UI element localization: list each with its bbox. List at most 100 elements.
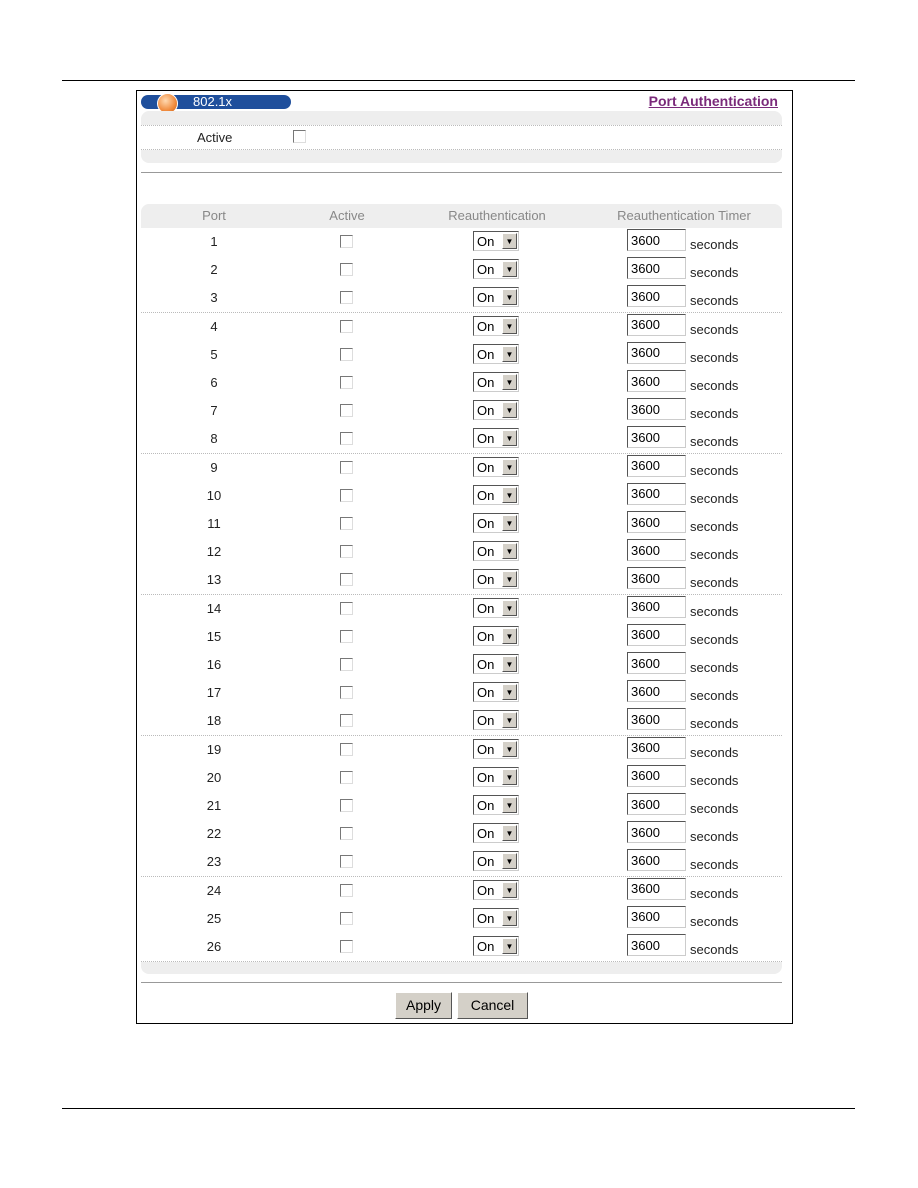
- reauth-timer-input[interactable]: [627, 454, 686, 477]
- port-active-checkbox[interactable]: [340, 347, 353, 361]
- reauthentication-select[interactable]: On ▼: [473, 456, 519, 477]
- chevron-down-icon[interactable]: ▼: [502, 458, 517, 475]
- reauth-timer-input[interactable]: [627, 567, 686, 590]
- reauthentication-select[interactable]: On ▼: [473, 541, 519, 562]
- reauth-timer-input[interactable]: [627, 708, 686, 731]
- reauthentication-select[interactable]: On ▼: [473, 766, 519, 787]
- port-active-checkbox[interactable]: [340, 263, 353, 277]
- port-active-checkbox[interactable]: [340, 742, 353, 756]
- chevron-down-icon[interactable]: ▼: [502, 656, 517, 672]
- port-active-checkbox[interactable]: [340, 545, 353, 559]
- reauth-timer-input[interactable]: [627, 793, 686, 815]
- port-active-checkbox[interactable]: [340, 488, 353, 502]
- reauth-timer-input[interactable]: [627, 764, 686, 787]
- port-active-checkbox[interactable]: [340, 432, 353, 446]
- global-active-checkbox[interactable]: [293, 130, 306, 143]
- port-active-checkbox[interactable]: [340, 855, 353, 869]
- reauth-timer-input[interactable]: [627, 257, 686, 280]
- reauthentication-select[interactable]: On ▼: [473, 879, 519, 900]
- port-active-checkbox[interactable]: [340, 235, 353, 248]
- port-active-checkbox[interactable]: [340, 770, 353, 784]
- chevron-down-icon[interactable]: ▼: [502, 515, 517, 531]
- reauthentication-select[interactable]: On ▼: [473, 343, 519, 364]
- port-active-checkbox[interactable]: [340, 376, 353, 389]
- reauthentication-select[interactable]: On ▼: [473, 795, 519, 815]
- chevron-down-icon[interactable]: ▼: [502, 938, 517, 954]
- port-active-checkbox[interactable]: [340, 601, 353, 615]
- reauth-timer-input[interactable]: [627, 398, 686, 421]
- chevron-down-icon[interactable]: ▼: [502, 430, 517, 447]
- reauth-timer-input[interactable]: [627, 285, 686, 308]
- reauth-timer-input[interactable]: [627, 736, 686, 759]
- reauthentication-select[interactable]: On ▼: [473, 738, 519, 759]
- reauthentication-select[interactable]: On ▼: [473, 936, 519, 956]
- port-active-checkbox[interactable]: [340, 799, 353, 812]
- reauthentication-select[interactable]: On ▼: [473, 654, 519, 674]
- chevron-down-icon[interactable]: ▼: [502, 825, 517, 842]
- reauthentication-select[interactable]: On ▼: [473, 907, 519, 928]
- port-active-checkbox[interactable]: [340, 911, 353, 925]
- reauthentication-select[interactable]: On ▼: [473, 400, 519, 421]
- reauthentication-select[interactable]: On ▼: [473, 597, 519, 618]
- reauth-timer-input[interactable]: [627, 539, 686, 562]
- reauth-timer-input[interactable]: [627, 623, 686, 646]
- chevron-down-icon[interactable]: ▼: [502, 402, 517, 419]
- reauth-timer-input[interactable]: [627, 511, 686, 533]
- reauth-timer-input[interactable]: [627, 877, 686, 900]
- chevron-down-icon[interactable]: ▼: [502, 627, 517, 644]
- chevron-down-icon[interactable]: ▼: [502, 599, 517, 616]
- reauth-timer-input[interactable]: [627, 370, 686, 392]
- chevron-down-icon[interactable]: ▼: [502, 374, 517, 390]
- port-active-checkbox[interactable]: [340, 460, 353, 474]
- chevron-down-icon[interactable]: ▼: [502, 740, 517, 757]
- reauth-timer-input[interactable]: [627, 482, 686, 505]
- reauth-timer-input[interactable]: [627, 821, 686, 844]
- chevron-down-icon[interactable]: ▼: [502, 543, 517, 560]
- reauth-timer-input[interactable]: [627, 905, 686, 928]
- port-active-checkbox[interactable]: [340, 629, 353, 643]
- reauthentication-select[interactable]: On ▼: [473, 851, 519, 872]
- reauth-timer-input[interactable]: [627, 341, 686, 364]
- reauthentication-select[interactable]: On ▼: [473, 428, 519, 449]
- chevron-down-icon[interactable]: ▼: [502, 768, 517, 785]
- chevron-down-icon[interactable]: ▼: [502, 853, 517, 870]
- chevron-down-icon[interactable]: ▼: [502, 571, 517, 588]
- reauth-timer-input[interactable]: [627, 595, 686, 618]
- reauth-timer-input[interactable]: [627, 680, 686, 703]
- chevron-down-icon[interactable]: ▼: [502, 317, 517, 334]
- port-active-checkbox[interactable]: [340, 827, 353, 841]
- port-authentication-link[interactable]: Port Authentication: [649, 93, 778, 109]
- reauthentication-select[interactable]: On ▼: [473, 513, 519, 533]
- chevron-down-icon[interactable]: ▼: [502, 261, 517, 278]
- cancel-button[interactable]: Cancel: [457, 992, 528, 1019]
- reauthentication-select[interactable]: On ▼: [473, 259, 519, 280]
- reauthentication-select[interactable]: On ▼: [473, 231, 519, 251]
- reauthentication-select[interactable]: On ▼: [473, 823, 519, 844]
- reauthentication-select[interactable]: On ▼: [473, 315, 519, 336]
- chevron-down-icon[interactable]: ▼: [502, 345, 517, 362]
- chevron-down-icon[interactable]: ▼: [502, 233, 517, 249]
- reauthentication-select[interactable]: On ▼: [473, 484, 519, 505]
- reauthentication-select[interactable]: On ▼: [473, 625, 519, 646]
- chevron-down-icon[interactable]: ▼: [502, 486, 517, 503]
- chevron-down-icon[interactable]: ▼: [502, 909, 517, 926]
- reauthentication-select[interactable]: On ▼: [473, 287, 519, 308]
- reauth-timer-input[interactable]: [627, 849, 686, 872]
- chevron-down-icon[interactable]: ▼: [502, 684, 517, 701]
- chevron-down-icon[interactable]: ▼: [502, 289, 517, 306]
- chevron-down-icon[interactable]: ▼: [502, 881, 517, 898]
- port-active-checkbox[interactable]: [340, 291, 353, 305]
- chevron-down-icon[interactable]: ▼: [502, 712, 517, 729]
- port-active-checkbox[interactable]: [340, 404, 353, 418]
- port-active-checkbox[interactable]: [340, 658, 353, 671]
- reauth-timer-input[interactable]: [627, 313, 686, 336]
- reauth-timer-input[interactable]: [627, 229, 686, 251]
- chevron-down-icon[interactable]: ▼: [502, 797, 517, 813]
- reauthentication-select[interactable]: On ▼: [473, 569, 519, 590]
- port-active-checkbox[interactable]: [340, 517, 353, 530]
- reauth-timer-input[interactable]: [627, 652, 686, 674]
- reauthentication-select[interactable]: On ▼: [473, 372, 519, 392]
- reauthentication-select[interactable]: On ▼: [473, 682, 519, 703]
- reauth-timer-input[interactable]: [627, 934, 686, 956]
- apply-button[interactable]: Apply: [395, 992, 452, 1019]
